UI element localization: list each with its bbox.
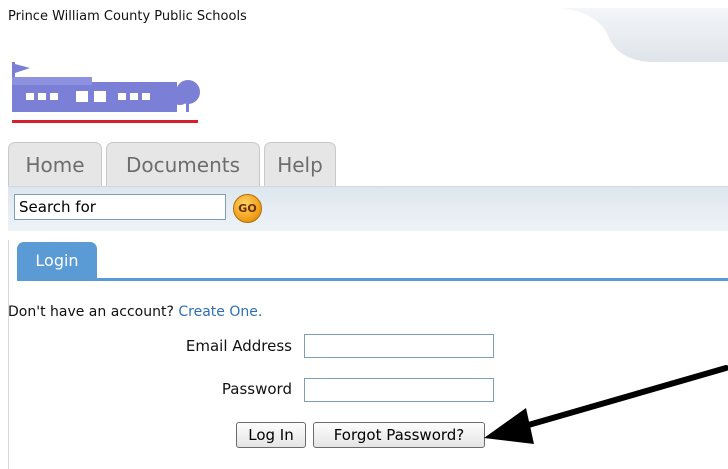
- school-building-logo: [12, 62, 200, 123]
- go-button[interactable]: GO: [233, 194, 262, 223]
- search-bar: GO: [8, 186, 728, 231]
- arrow-pointer-icon: [484, 365, 728, 444]
- page: Prince William County Public Schools Hom…: [0, 0, 728, 469]
- create-account-link[interactable]: Create One.: [178, 304, 262, 320]
- forgot-password-button[interactable]: Forgot Password?: [313, 422, 485, 448]
- login-button[interactable]: Log In: [236, 422, 306, 448]
- signup-prompt: Don't have an account? Create One.: [8, 304, 262, 320]
- email-label: Email Address: [185, 337, 292, 355]
- tab-help[interactable]: Help: [264, 142, 336, 186]
- search-input[interactable]: [14, 194, 226, 220]
- password-field[interactable]: [304, 378, 494, 402]
- tab-documents[interactable]: Documents: [106, 142, 260, 186]
- login-tab-underline: [17, 278, 728, 281]
- tab-home[interactable]: Home: [8, 142, 102, 186]
- email-field[interactable]: [304, 334, 494, 358]
- tab-login[interactable]: Login: [17, 242, 97, 278]
- password-label: Password: [221, 380, 292, 398]
- header-swoosh-decoration: [560, 8, 728, 62]
- signup-prompt-text: Don't have an account?: [8, 304, 174, 320]
- organization-name: Prince William County Public Schools: [8, 9, 247, 24]
